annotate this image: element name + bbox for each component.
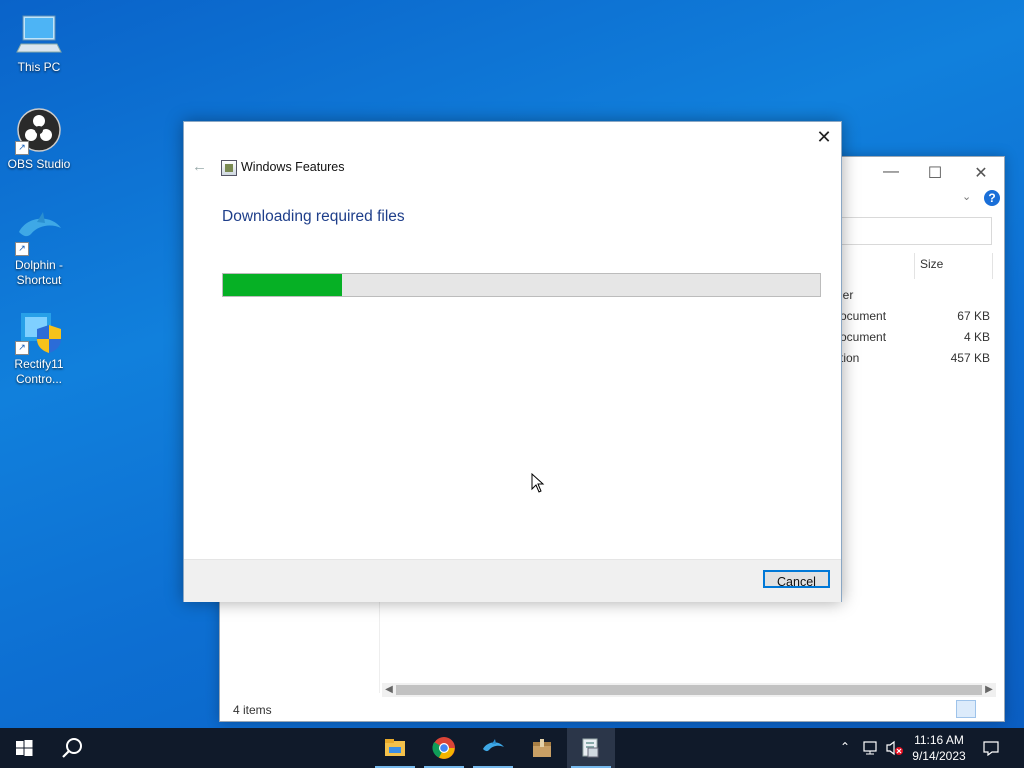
dialog-title: Windows Features [241,160,345,174]
computer-icon [15,10,63,58]
taskbar-windows-features[interactable] [567,728,615,768]
show-hidden-icons-chevron-icon[interactable]: ⌃ [840,740,850,754]
download-progress-bar [222,273,821,297]
large-icons-view-icon[interactable] [978,700,998,718]
shortcut-arrow-icon: ↗ [15,141,29,155]
horizontal-scrollbar[interactable]: ◀ ▶ [382,683,996,697]
package-icon [533,739,551,757]
notifications-icon[interactable] [982,740,1000,756]
chrome-icon [432,737,455,759]
file-size: 4 KB [963,330,990,344]
taskbar-package-app[interactable] [518,728,566,768]
scrollbar-thumb[interactable] [396,685,982,695]
desktop-icon-this-pc[interactable]: This PC [1,10,77,75]
folder-icon [385,739,405,756]
dolphin-icon [483,739,504,752]
details-view-icon[interactable] [956,700,976,718]
search-button[interactable] [48,728,96,768]
file-type: ocument [840,309,887,323]
control-panel-shield-icon: ↗ [15,307,63,355]
taskbar-chrome[interactable] [420,728,468,768]
desktop-icon-label: This PC [17,60,61,74]
status-item-count: 4 items [233,703,272,717]
scroll-left-icon[interactable]: ◀ [382,683,396,697]
desktop-icon-obs[interactable]: ↗ OBS Studio [1,107,77,172]
windows-features-icon [582,738,599,758]
file-type: ocument [840,330,887,344]
maximize-button[interactable]: ☐ [912,163,958,183]
dolphin-icon: ↗ [15,208,63,256]
help-icon[interactable]: ? [984,190,1000,206]
desktop-icon-label: Rectify11 Contro... [14,357,64,386]
file-size: 67 KB [957,309,990,323]
cancel-button[interactable]: Cancel [763,570,830,589]
windows-features-icon [221,160,237,176]
scroll-right-icon[interactable]: ▶ [982,683,996,697]
clock-date: 9/14/2023 [912,749,966,763]
network-icon[interactable] [862,740,880,756]
system-clock[interactable]: 11:16 AM 9/14/2023 [906,732,972,764]
chevron-down-icon[interactable]: ⌄ [962,190,971,203]
shortcut-arrow-icon: ↗ [15,341,29,355]
windows-features-dialog: ✕ ← Windows Features Downloading require… [183,121,842,602]
search-input[interactable] [840,217,992,245]
search-icon [62,738,82,758]
taskbar-dolphin[interactable] [469,728,517,768]
file-type: tion [840,351,860,365]
column-divider [914,253,915,279]
back-arrow-icon[interactable]: ← [192,158,207,175]
start-button[interactable] [0,728,48,768]
file-type: ler [840,288,854,302]
dialog-footer: Cancel [184,559,841,602]
file-size: 457 KB [950,351,990,365]
shortcut-arrow-icon: ↗ [15,242,29,256]
desktop-icon-rectify11[interactable]: ↗ Rectify11 Contro... [1,307,77,387]
dialog-heading: Downloading required files [222,208,405,225]
taskbar: ⌃ 11:16 AM 9/14/2023 [0,728,1024,768]
desktop-icon-label: Dolphin - Shortcut [14,258,64,287]
column-divider [992,253,993,279]
windows-logo-icon [16,740,33,756]
column-header-size[interactable]: Size [920,257,943,271]
mouse-cursor-icon [531,473,545,493]
clock-time: 11:16 AM [914,733,964,747]
navigation-pane-divider [379,601,380,693]
taskbar-file-explorer[interactable] [371,728,419,768]
close-icon[interactable]: ✕ [813,126,835,148]
minimize-button[interactable]: — [868,163,914,181]
progress-fill [223,274,343,296]
desktop-icon-label: OBS Studio [7,157,71,171]
volume-muted-icon[interactable] [885,740,905,756]
desktop-icon-dolphin[interactable]: ↗ Dolphin - Shortcut [1,208,77,288]
window-close-button[interactable]: ✕ [958,163,1004,183]
obs-icon: ↗ [15,107,63,155]
